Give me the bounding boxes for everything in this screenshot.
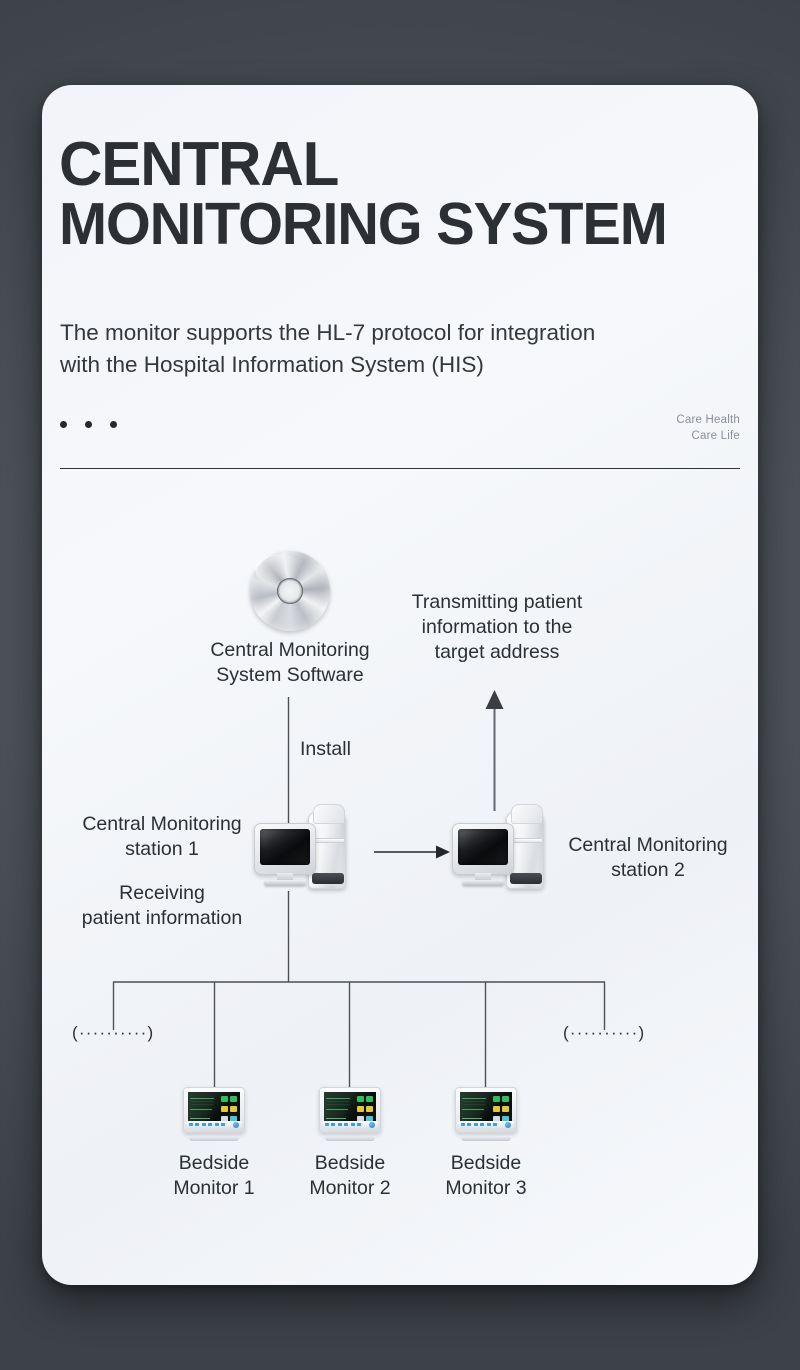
station-2-label: Central Monitoring station 2 <box>568 834 728 881</box>
software-label: Central Monitoring System Software <box>210 639 370 686</box>
station-1-sublabel: Receiving patient information <box>81 882 243 929</box>
system-architecture-diagram: Central Monitoring System Software Trans… <box>42 85 758 1285</box>
ellipsis-right: (··········) <box>563 1023 646 1042</box>
bedside-monitor-2-icon <box>319 1087 381 1141</box>
install-label: Install <box>300 738 351 760</box>
computer-monitor <box>452 823 514 875</box>
bedside-monitor-3-label: Bedside Monitor 3 <box>445 1152 527 1199</box>
monitor-base <box>264 880 306 886</box>
bedside-monitor-1-label: Bedside Monitor 1 <box>173 1152 255 1199</box>
workstation-2-icon <box>452 804 544 893</box>
station-1-label: Central Monitoring station 1 <box>82 813 242 860</box>
monitor-base <box>462 880 504 886</box>
cd-disc-icon <box>250 551 330 631</box>
bedside-monitor-3-icon <box>455 1087 517 1141</box>
transmit-label: Transmitting patient information to the … <box>411 591 583 663</box>
bedside-monitor-1-icon <box>183 1087 245 1141</box>
ellipsis-left: (··········) <box>72 1023 155 1042</box>
bedside-monitor-2-label: Bedside Monitor 2 <box>309 1152 391 1199</box>
poster-card: CENTRAL MONITORING SYSTEM The monitor su… <box>42 85 758 1285</box>
